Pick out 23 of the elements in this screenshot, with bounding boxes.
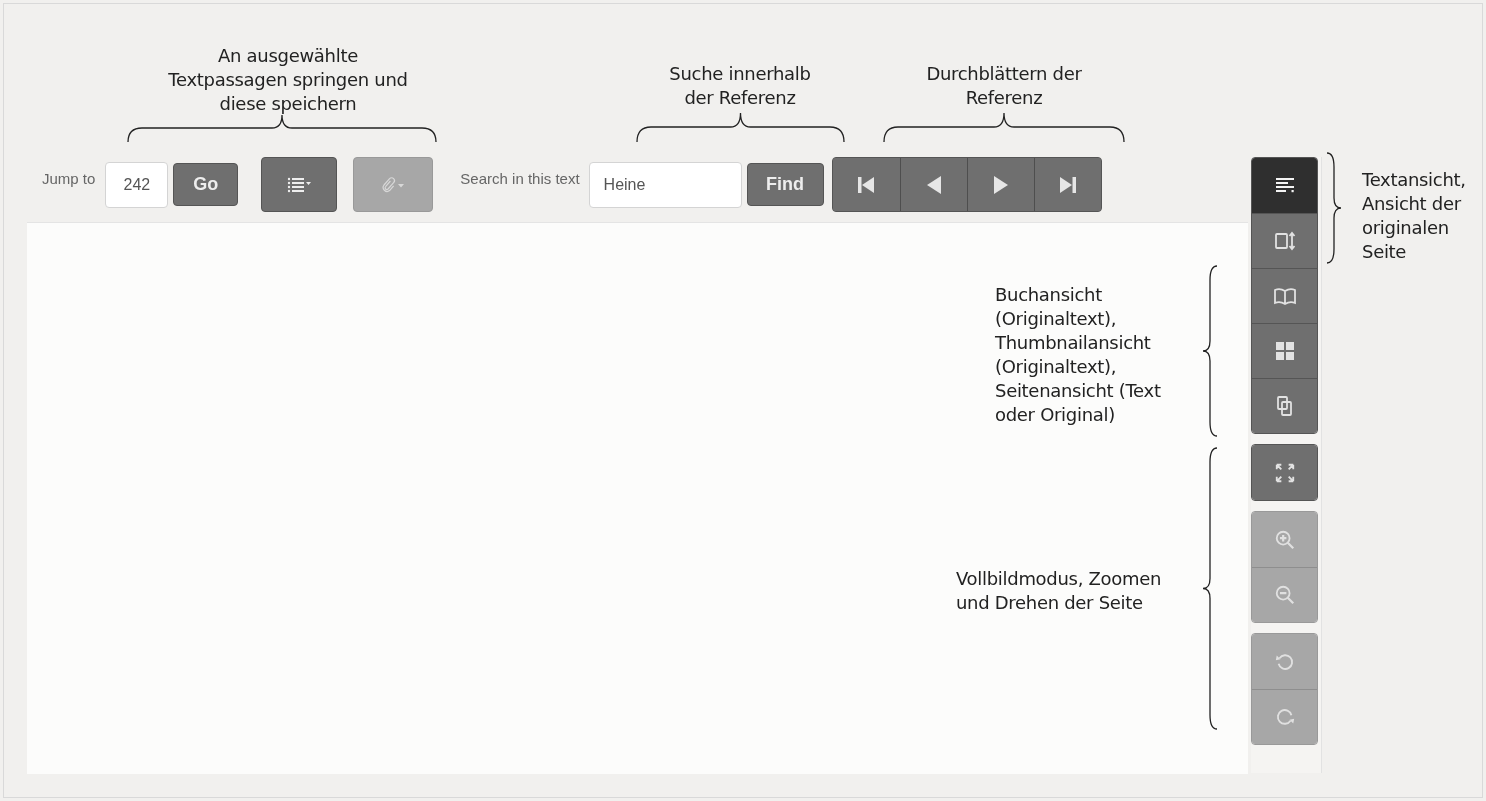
thumbnail-view-button[interactable] <box>1252 323 1317 378</box>
text-view-button[interactable] <box>1252 158 1317 213</box>
search-label: Search in this text <box>460 170 580 187</box>
expand-arrows-icon <box>1273 461 1296 484</box>
annotation-text: Durchblättern der Referenz <box>925 62 1083 110</box>
page-with-arrow-icon <box>1272 229 1297 253</box>
annotation-text: Textansicht, Ansicht der originalen Seite <box>1362 168 1466 264</box>
annotation-text: An ausgewählte Textpassagen springen und diese speichern <box>167 44 409 116</box>
fullscreen-button[interactable] <box>1252 445 1317 500</box>
zoom-in-icon <box>1273 528 1296 551</box>
page-number-field[interactable]: 242 <box>105 161 169 208</box>
annotation-text: Suche innerhalb der Referenz <box>668 62 812 110</box>
list-menu-button[interactable] <box>261 157 338 212</box>
page-view-button[interactable] <box>1252 378 1317 433</box>
annotation-text: Vollbildmodus, Zoomen und Drehen der Seite <box>956 567 1162 615</box>
go-button[interactable]: Go <box>173 163 239 206</box>
annotation-text: Buchansicht (Originaltext), Thumbnailansicht (Originaltext), Seitenansicht (Text oder Original) <box>995 283 1161 427</box>
last-page-button[interactable] <box>1033 158 1101 211</box>
book-view-button[interactable] <box>1252 268 1317 323</box>
jump-to-label: Jump to <box>42 170 96 187</box>
find-button[interactable]: Find <box>746 163 824 206</box>
search-field[interactable]: Heine <box>588 161 742 208</box>
zoom-out-icon <box>1273 584 1296 606</box>
